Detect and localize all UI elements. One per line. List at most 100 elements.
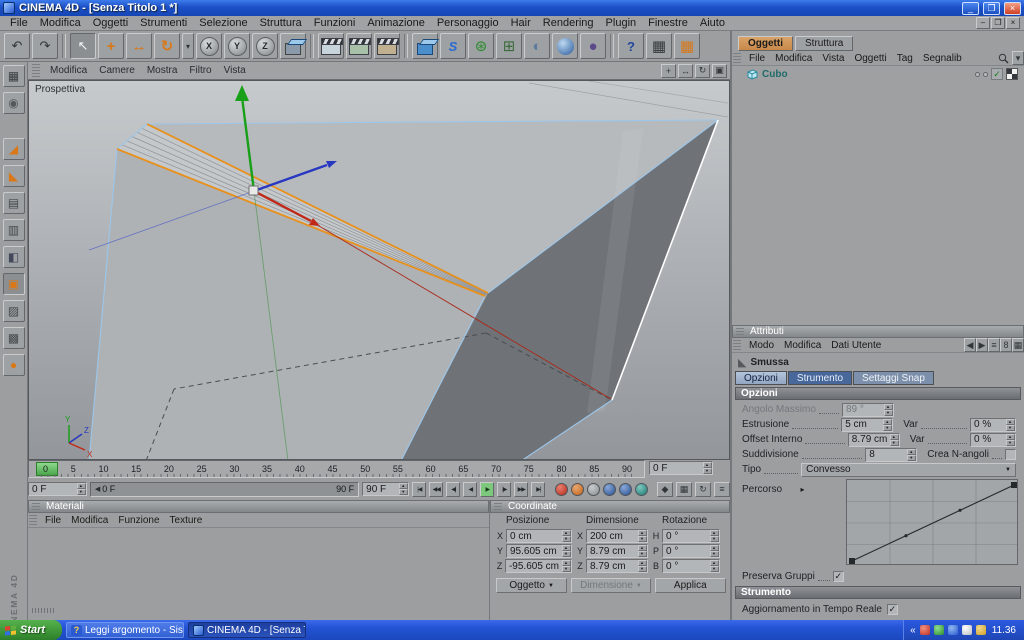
range-slider[interactable]: 0 F 90 F (89, 481, 360, 497)
object-name[interactable]: Cubo (762, 69, 788, 80)
panel-grip[interactable] (29, 515, 37, 525)
end-frame-field[interactable]: 90 F (362, 482, 410, 496)
goto-end-icon[interactable]: ▶| (531, 481, 546, 497)
menu-animazione[interactable]: Animazione (361, 17, 430, 29)
taskbar-task-cinema4d[interactable]: CINEMA 4D - [Senza T... (188, 622, 306, 638)
panel-grip[interactable] (32, 503, 40, 510)
search-icon[interactable] (998, 53, 1009, 64)
curve-handle-end[interactable] (1011, 482, 1017, 488)
polygons-mode-icon[interactable]: ◧ (2, 246, 25, 268)
add-modifier-icon[interactable]: ⊞ (496, 33, 522, 59)
tray-icon-4[interactable] (975, 625, 986, 635)
menu-plugin[interactable]: Plugin (600, 17, 643, 29)
live-selection-icon[interactable]: ↖ (70, 33, 96, 59)
subdivision-spinner[interactable] (907, 448, 917, 461)
tab-oggetti[interactable]: Oggetti (738, 36, 793, 51)
panel-grip[interactable] (736, 328, 744, 335)
dim-y-field[interactable]: 8.79 cm (586, 544, 648, 558)
am-menu-dati-utente[interactable]: Dati Utente (826, 340, 886, 351)
panel-grip[interactable] (494, 503, 502, 510)
menu-file[interactable]: File (4, 17, 34, 29)
menu-hair[interactable]: Hair (505, 17, 537, 29)
render-visibility-dot[interactable] (983, 71, 988, 77)
offset-spinner[interactable] (889, 433, 899, 446)
close-button[interactable]: × (1004, 1, 1021, 15)
key-icon[interactable]: ◆ (656, 481, 673, 497)
texture-mode-icon[interactable]: ▩ (2, 327, 25, 349)
frame-spinner[interactable] (703, 462, 712, 474)
tool-section-header[interactable]: Strumento (735, 586, 1021, 599)
add-spline-icon[interactable]: S (440, 33, 466, 59)
dim-x-spinner[interactable] (638, 530, 647, 542)
options-section-header[interactable]: Opzioni (735, 387, 1021, 400)
pos-z-spinner[interactable] (562, 560, 571, 572)
pos-z-field[interactable]: -95.605 cm (504, 559, 572, 573)
minimize-button[interactable]: _ (962, 1, 979, 15)
subdivision-field[interactable]: 8 (865, 447, 918, 462)
start-button[interactable]: Start (0, 620, 62, 640)
scale-tool-icon[interactable]: ↔ (126, 33, 152, 59)
animation-mode-icon[interactable]: ▥ (2, 219, 25, 241)
curve-handle-start[interactable] (849, 558, 855, 564)
prev-frame-icon[interactable]: ◀| (446, 481, 461, 497)
edges-mode-icon[interactable]: ▣ (2, 273, 25, 295)
grid-icon[interactable]: ▦ (1012, 338, 1024, 352)
prev-key-icon[interactable]: ◀◀ (429, 481, 444, 497)
om-menu-file[interactable]: File (744, 53, 770, 64)
tab-struttura[interactable]: Struttura (795, 36, 854, 51)
track-icon[interactable]: ▦ (675, 481, 692, 497)
rot-p-field[interactable]: 0 ° (662, 544, 720, 558)
panel-grip[interactable] (32, 64, 40, 77)
dim-z-field[interactable]: 8.79 cm (586, 559, 648, 573)
toggle-view-icon[interactable]: ▣ (712, 63, 727, 78)
panel-grip[interactable] (733, 340, 741, 350)
realtime-update-checkbox[interactable] (886, 603, 898, 615)
viewport-menu-filtro[interactable]: Filtro (184, 65, 216, 76)
var2-spinner[interactable] (1006, 433, 1016, 446)
tab-strumento[interactable]: Strumento (787, 371, 853, 385)
lock-x-axis-icon[interactable]: X (196, 33, 222, 59)
record-keyframe-icon[interactable] (554, 482, 568, 496)
dim-z-spinner[interactable] (638, 560, 647, 572)
am-menu-modifica[interactable]: Modifica (779, 340, 826, 351)
pan-view-icon[interactable]: + (661, 63, 676, 78)
om-menu-vista[interactable]: Vista (817, 53, 849, 64)
tool-history-dropdown-icon[interactable]: ▾ (182, 33, 194, 59)
history-forward-icon[interactable]: ▶ (976, 338, 988, 352)
mdi-minimize-button[interactable]: – (976, 17, 990, 29)
menu-aiuto[interactable]: Aiuto (694, 17, 731, 29)
extrusion-field[interactable]: 5 cm (841, 417, 894, 432)
3d-scene[interactable]: Y Z X (29, 81, 729, 460)
om-menu-oggetti[interactable]: Oggetti (849, 53, 891, 64)
dim-y-spinner[interactable] (638, 545, 647, 557)
var1-field[interactable]: 0 % (970, 417, 1017, 432)
apply-button[interactable]: Applica (654, 578, 726, 593)
loop-icon[interactable]: ↻ (694, 481, 711, 497)
pos-y-field[interactable]: 95.605 cm (506, 544, 572, 558)
record-parameter-icon[interactable] (634, 482, 648, 496)
gizmo-handle[interactable] (248, 185, 259, 196)
frame-input[interactable]: 0 F (28, 482, 87, 496)
pos-x-spinner[interactable] (562, 530, 571, 542)
object-mode-dropdown[interactable]: Oggetto ▼ (496, 578, 568, 593)
mdi-close-button[interactable]: × (1006, 17, 1020, 29)
menu-rendering[interactable]: Rendering (537, 17, 600, 29)
tab-opzioni[interactable]: Opzioni (735, 371, 787, 385)
points-mode-icon[interactable]: ▨ (2, 300, 25, 322)
undo-icon[interactable]: ↶ (4, 33, 30, 59)
redo-icon[interactable]: ↷ (32, 33, 58, 59)
dimension-mode-dropdown[interactable]: Dimensione ▼ (571, 578, 651, 593)
materials-menu-file[interactable]: File (40, 515, 66, 526)
object-tree[interactable]: Cubo ✓ (732, 66, 1024, 325)
render-region-icon[interactable] (346, 33, 372, 59)
coordinate-system-icon[interactable] (280, 33, 306, 59)
add-environment-icon[interactable]: ● (580, 33, 606, 59)
add-generator-icon[interactable]: ⊛ (468, 33, 494, 59)
rot-h-field[interactable]: 0 ° (662, 529, 720, 543)
layout-icon[interactable]: ▦ (646, 33, 672, 59)
var1-spinner[interactable] (1006, 418, 1016, 431)
history-back-icon[interactable]: ◀ (964, 338, 976, 352)
materials-header[interactable]: Materiali (28, 500, 489, 513)
viewport-menu-camere[interactable]: Camere (94, 65, 140, 76)
viewport-menu-modifica[interactable]: Modifica (45, 65, 92, 76)
